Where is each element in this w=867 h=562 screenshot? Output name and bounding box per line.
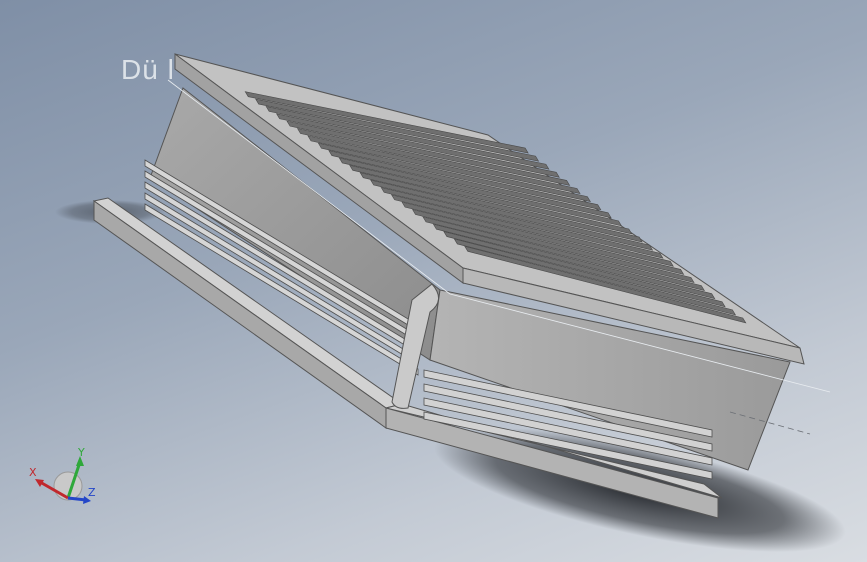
y-axis-label: Y	[77, 446, 85, 459]
z-axis-arrow	[67, 496, 87, 502]
plane-label: Dü l	[121, 54, 175, 85]
x-axis-label: X	[29, 466, 37, 479]
graphics-viewport[interactable]: Dü l Y X Z	[0, 0, 867, 562]
z-axis-label: Z	[88, 486, 96, 499]
axis-triad: Y X Z	[29, 446, 96, 504]
